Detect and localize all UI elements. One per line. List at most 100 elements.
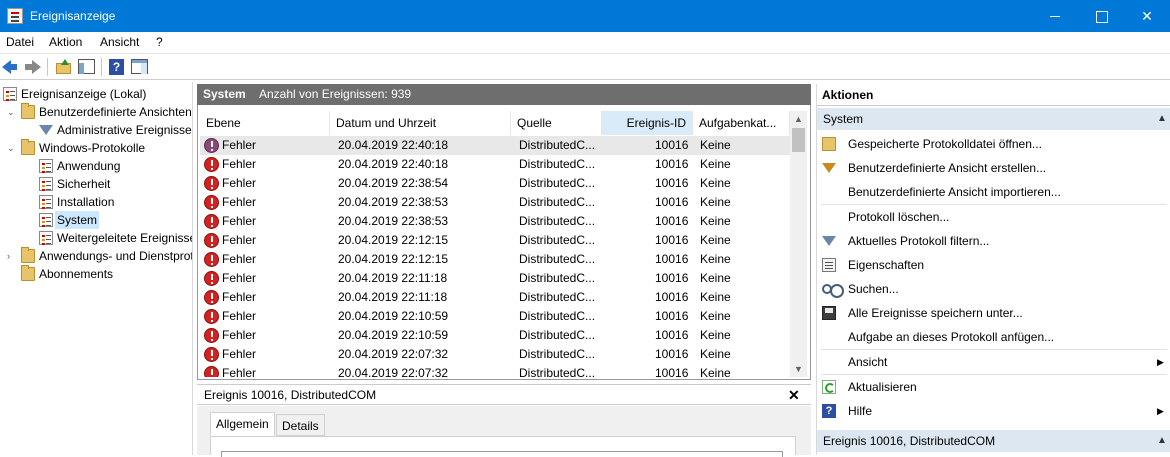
cell-datetime: 20.04.2019 22:10:59: [338, 309, 449, 323]
cell-level: Fehler: [222, 195, 257, 209]
table-row[interactable]: Fehler 20.04.2019 22:11:18 DistributedC...…: [200, 269, 790, 288]
log-icon: [39, 231, 53, 245]
action-properties[interactable]: Eigenschaften: [817, 253, 1170, 277]
event-detail-body: Allgemein Details: [197, 406, 811, 457]
cell-level: Fehler: [222, 290, 257, 304]
scroll-up-icon[interactable]: ▲: [790, 111, 807, 127]
column-header-event-id[interactable]: Ereignis-ID: [602, 111, 693, 135]
event-detail-header: Ereignis 10016, DistributedCOM ✕: [197, 384, 811, 405]
cell-level: Fehler: [222, 214, 257, 228]
table-row[interactable]: Fehler 20.04.2019 22:12:15 DistributedC...…: [200, 250, 790, 269]
table-row[interactable]: Fehler 20.04.2019 22:38:53 DistributedC...…: [200, 193, 790, 212]
help-icon[interactable]: ?: [108, 58, 126, 76]
cell-event-id: 10016: [655, 366, 689, 377]
cell-event-id: 10016: [655, 195, 689, 209]
action-import-custom-view[interactable]: Benutzerdefinierte Ansicht importieren..…: [817, 180, 1170, 204]
action-save-all-events[interactable]: Alle Ereignisse speichern unter...: [817, 301, 1170, 325]
cell-event-id: 10016: [655, 290, 689, 304]
menu-datei[interactable]: Datei: [6, 35, 34, 49]
tab-details[interactable]: Details: [276, 414, 325, 436]
action-clear-log[interactable]: Protokoll löschen...: [817, 205, 1170, 229]
actions-section-event[interactable]: Ereignis 10016, DistributedCOM ▲: [817, 430, 1170, 452]
scroll-thumb[interactable]: [792, 128, 805, 152]
log-header: System Anzahl von Ereignissen: 939: [197, 84, 811, 105]
close-detail-icon[interactable]: ✕: [788, 385, 800, 405]
cell-level: Fehler: [222, 233, 257, 247]
chevron-down-icon[interactable]: ⌄: [7, 139, 17, 157]
maximize-button[interactable]: [1078, 0, 1124, 32]
event-count: Anzahl von Ereignissen: 939: [259, 87, 412, 101]
error-icon: [204, 138, 219, 153]
event-detail-content: [210, 436, 796, 457]
collapse-caret-icon[interactable]: ▲: [1157, 430, 1167, 452]
menu-ansicht[interactable]: Ansicht: [100, 35, 139, 49]
error-icon: [204, 328, 219, 343]
show-hide-tree-icon[interactable]: [78, 58, 96, 76]
back-arrow-icon[interactable]: [2, 58, 20, 76]
folder-up-icon[interactable]: [55, 58, 73, 76]
table-row[interactable]: Fehler 20.04.2019 22:10:59 DistributedC...…: [200, 326, 790, 345]
action-help[interactable]: ? Hilfe ▶: [817, 399, 1170, 423]
table-row[interactable]: Fehler 20.04.2019 22:40:18 DistributedC...…: [200, 136, 790, 155]
column-header-source[interactable]: Quelle: [511, 111, 602, 135]
error-icon: [204, 309, 219, 324]
cell-task-category: Keine: [700, 328, 731, 342]
error-icon: [204, 347, 219, 362]
toolbar-separator: [101, 58, 102, 76]
column-header-task-category[interactable]: Aufgabenkat...: [693, 111, 790, 135]
cell-datetime: 20.04.2019 22:10:59: [338, 328, 449, 342]
log-icon: [39, 159, 53, 173]
actions-section-label: Ereignis 10016, DistributedCOM: [823, 434, 996, 448]
save-disk-icon: [822, 306, 836, 320]
scroll-down-icon[interactable]: ▼: [790, 361, 807, 377]
log-icon: [39, 177, 53, 191]
action-open-saved-log[interactable]: Gespeicherte Protokolldatei öffnen...: [817, 132, 1170, 156]
title-bar: Ereignisanzeige ✕: [0, 0, 1170, 32]
error-icon: [204, 233, 219, 248]
action-filter-log[interactable]: Aktuelles Protokoll filtern...: [817, 229, 1170, 253]
cell-source: DistributedC...: [519, 195, 596, 209]
cell-level: Fehler: [222, 328, 257, 342]
vertical-scrollbar[interactable]: ▲ ▼: [790, 111, 807, 377]
chevron-down-icon[interactable]: ⌄: [7, 103, 17, 121]
action-attach-task[interactable]: Aufgabe an dieses Protokoll anfügen...: [817, 325, 1170, 349]
table-row[interactable]: Fehler 20.04.2019 22:07:32 DistributedC...…: [200, 364, 790, 377]
tab-general[interactable]: Allgemein: [210, 412, 275, 436]
menu-aktion[interactable]: Aktion: [49, 35, 82, 49]
show-hide-actions-icon[interactable]: [131, 58, 149, 76]
submenu-arrow-icon: ▶: [1157, 406, 1164, 416]
column-header-datetime[interactable]: Datum und Uhrzeit: [330, 111, 511, 135]
close-window-button[interactable]: ✕: [1124, 0, 1170, 32]
filter-icon: [39, 125, 53, 135]
cell-event-id: 10016: [655, 271, 689, 285]
actions-panel: Aktionen System ▲ Gespeicherte Protokoll…: [816, 84, 1170, 455]
action-refresh[interactable]: Aktualisieren: [817, 375, 1170, 399]
table-row[interactable]: Fehler 20.04.2019 22:38:53 DistributedC...…: [200, 212, 790, 231]
table-row[interactable]: Fehler 20.04.2019 22:12:15 DistributedC...…: [200, 231, 790, 250]
table-row[interactable]: Fehler 20.04.2019 22:07:32 DistributedC...…: [200, 345, 790, 364]
action-find[interactable]: Suchen...: [817, 277, 1170, 301]
menu-help[interactable]: ?: [156, 35, 163, 49]
cell-datetime: 20.04.2019 22:38:53: [338, 195, 449, 209]
funnel-icon: [822, 163, 836, 173]
minimize-button[interactable]: [1032, 0, 1078, 32]
action-view[interactable]: Ansicht ▶: [817, 350, 1170, 374]
action-create-custom-view[interactable]: Benutzerdefinierte Ansicht erstellen...: [817, 156, 1170, 180]
table-row[interactable]: Fehler 20.04.2019 22:11:18 DistributedC...…: [200, 288, 790, 307]
cell-datetime: 20.04.2019 22:11:18: [338, 271, 448, 285]
cell-source: DistributedC...: [519, 328, 596, 342]
cell-source: DistributedC...: [519, 233, 596, 247]
column-header-level[interactable]: Ebene: [200, 111, 330, 135]
error-icon: [204, 195, 219, 210]
actions-section-system[interactable]: System ▲: [817, 108, 1170, 130]
chevron-right-icon[interactable]: ›: [7, 247, 17, 265]
table-row[interactable]: Fehler 20.04.2019 22:40:18 DistributedC...…: [200, 155, 790, 174]
table-row[interactable]: Fehler 20.04.2019 22:38:54 DistributedC...…: [200, 174, 790, 193]
table-row[interactable]: Fehler 20.04.2019 22:10:59 DistributedC...…: [200, 307, 790, 326]
binoculars-icon: [822, 284, 844, 298]
collapse-caret-icon[interactable]: ▲: [1157, 108, 1167, 130]
refresh-icon: [822, 380, 836, 394]
log-name: System: [203, 87, 246, 101]
forward-arrow-icon[interactable]: [24, 58, 42, 76]
folder-icon: [21, 103, 35, 119]
